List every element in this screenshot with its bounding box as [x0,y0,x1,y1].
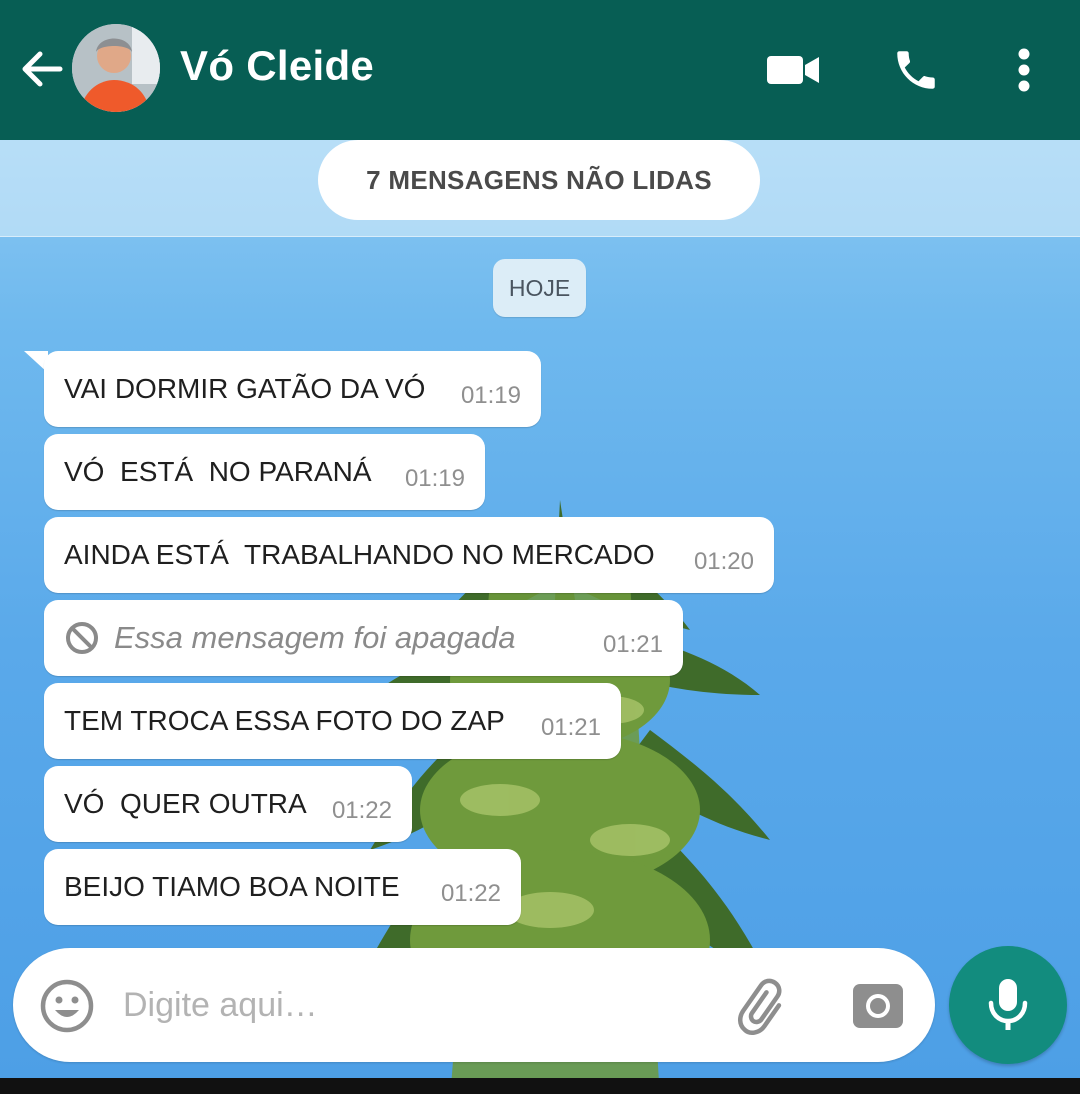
message-text: VAI DORMIR GATÃO DA VÓ [64,373,426,404]
message-text: BEIJO TIAMO BOA NOITE [64,871,400,902]
message-bubble[interactable]: BEIJO TIAMO BOA NOITE 01:22 [44,849,521,925]
message-text: AINDA ESTÁ TRABALHANDO NO MERCADO [64,539,655,570]
message-text: TEM TROCA ESSA FOTO DO ZAP [64,705,505,736]
unread-messages-badge: 7 MENSAGENS NÃO LIDAS [318,140,760,220]
message-time: 01:20 [693,548,754,575]
message-text: Essa mensagem foi apagada [114,620,516,655]
message-time: 01:21 [540,714,601,741]
attach-icon[interactable] [735,978,793,1036]
message-bubble[interactable]: TEM TROCA ESSA FOTO DO ZAP 01:21 [44,683,621,759]
message-text: VÓ QUER OUTRA [64,788,307,819]
message-composer[interactable]: Digite aqui… [13,948,935,1062]
more-options-button[interactable] [994,40,1054,100]
message-input[interactable]: Digite aqui… [123,986,318,1025]
chat-header: Vó Cleide [0,0,1080,140]
message-time: 01:22 [331,797,392,824]
back-arrow-icon[interactable] [16,44,66,94]
camera-icon[interactable] [851,980,905,1030]
chat-screen: Vó Cleide 7 MENSAGENS NÃO LIDAS HOJE VAI… [0,0,1080,1078]
message-time: 01:19 [404,465,465,492]
microphone-icon [988,979,1028,1030]
voice-call-button[interactable] [886,40,946,100]
message-bubble[interactable]: VÓ QUER OUTRA 01:22 [44,766,412,842]
message-text: VÓ ESTÁ NO PARANÁ [64,456,372,487]
date-separator: HOJE [493,259,586,317]
deleted-message-bubble[interactable]: Essa mensagem foi apagada 01:21 [44,600,683,676]
message-time: 01:19 [460,382,521,409]
voice-record-button[interactable] [949,946,1067,1064]
voice-call-icon [897,51,935,89]
system-nav-bar [0,1078,1080,1094]
message-time: 01:21 [602,631,663,658]
video-call-button[interactable] [763,40,823,100]
avatar-photo [72,24,160,112]
contact-avatar[interactable] [72,24,160,112]
more-options-icon [1018,48,1030,92]
emoji-icon[interactable] [39,978,95,1034]
message-bubble[interactable]: VÓ ESTÁ NO PARANÁ 01:19 [44,434,485,510]
contact-name[interactable]: Vó Cleide [180,42,374,90]
blocked-icon [66,622,98,654]
message-bubble[interactable]: AINDA ESTÁ TRABALHANDO NO MERCADO 01:20 [44,517,774,593]
video-call-icon [767,56,819,84]
message-bubble[interactable]: VAI DORMIR GATÃO DA VÓ 01:19 [44,351,541,427]
message-time: 01:22 [440,880,501,907]
